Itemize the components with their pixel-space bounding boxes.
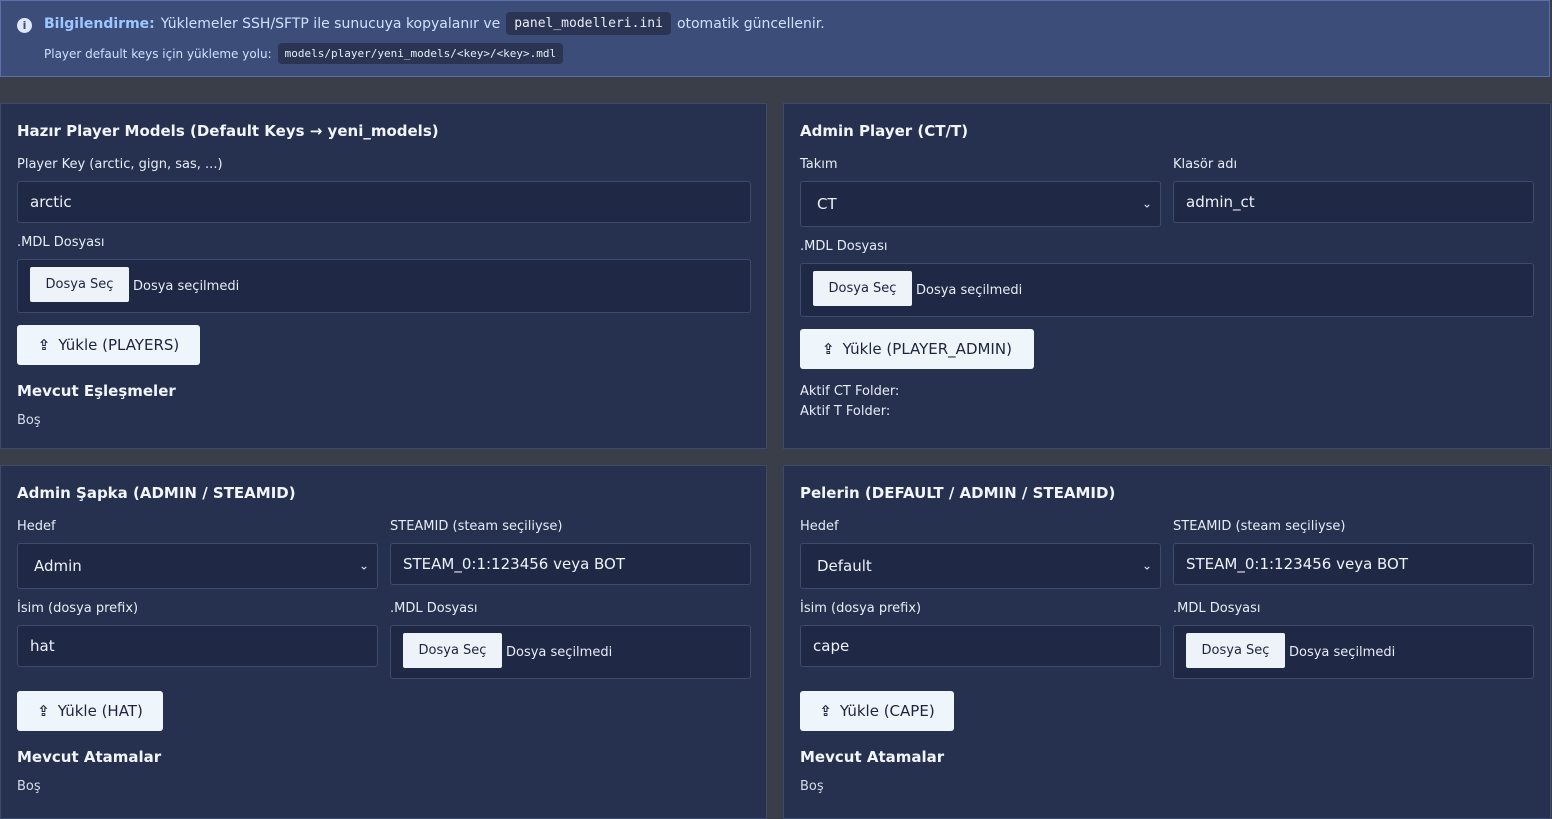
info-line-2: Player default keys için yükleme yolu: m… xyxy=(44,43,564,64)
name-label: İsim (dosya prefix) xyxy=(17,601,139,616)
player-key-input[interactable]: arctic xyxy=(17,181,751,223)
upload-players-button[interactable]: ⇪ Yükle (PLAYERS) xyxy=(17,325,200,365)
card-title: Hazır Player Models (Default Keys → yeni… xyxy=(17,122,439,140)
info-code-path: models/player/yeni_models/<key>/<key>.md… xyxy=(277,43,564,64)
mdl-file-input[interactable]: Dosya Seç Dosya seçilmedi xyxy=(1173,625,1534,679)
target-label: Hedef xyxy=(17,519,56,534)
upload-hat-button[interactable]: ⇪ Yükle (HAT) xyxy=(17,691,163,731)
info-title: Bilgilendirme: xyxy=(44,15,155,32)
mappings-empty: Boş xyxy=(17,413,41,428)
chevron-down-icon: ⌄ xyxy=(358,558,369,573)
active-t-folder: Aktif T Folder: xyxy=(800,404,891,419)
mdl-file-input[interactable]: Dosya Seç Dosya seçilmedi xyxy=(800,263,1534,317)
assignments-empty: Boş xyxy=(800,779,824,794)
name-label: İsim (dosya prefix) xyxy=(800,601,922,616)
name-input[interactable]: hat xyxy=(17,625,378,667)
upload-icon: ⇪ xyxy=(37,702,50,720)
target-select[interactable]: Default ⌄ xyxy=(800,543,1161,589)
info-icon: i xyxy=(17,18,32,33)
name-input[interactable]: cape xyxy=(800,625,1161,667)
card-title: Admin Şapka (ADMIN / STEAMID) xyxy=(17,484,296,502)
choose-file-button[interactable]: Dosya Seç xyxy=(30,267,129,302)
upload-icon: ⇪ xyxy=(37,336,51,354)
assignments-title: Mevcut Atamalar xyxy=(800,748,945,766)
team-select[interactable]: CT ⌄ xyxy=(800,181,1161,227)
target-label: Hedef xyxy=(800,519,839,534)
steamid-placeholder: STEAM_0:1:123456 veya BOT xyxy=(1186,555,1409,573)
cape-card: Pelerin (DEFAULT / ADMIN / STEAMID) Hede… xyxy=(783,465,1551,819)
mdl-file-input[interactable]: Dosya Seç Dosya seçilmedi xyxy=(17,259,751,313)
folder-input[interactable]: admin_ct xyxy=(1173,181,1534,223)
info-code-ini: panel_modelleri.ini xyxy=(506,12,671,35)
steamid-input[interactable]: STEAM_0:1:123456 veya BOT xyxy=(390,543,751,585)
file-status: Dosya seçilmedi xyxy=(506,644,613,660)
team-value: CT xyxy=(817,195,837,213)
player-key-value: arctic xyxy=(30,193,72,211)
steamid-label: STEAMID (steam seçiliyse) xyxy=(1173,519,1346,534)
file-status: Dosya seçilmedi xyxy=(916,282,1023,298)
upload-label: Yükle (HAT) xyxy=(57,702,143,720)
mdl-file-input[interactable]: Dosya Seç Dosya seçilmedi xyxy=(390,625,751,679)
mappings-title: Mevcut Eşleşmeler xyxy=(17,382,176,400)
upload-label: Yükle (PLAYER_ADMIN) xyxy=(842,340,1012,358)
upload-label: Yükle (CAPE) xyxy=(839,702,935,720)
players-card: Hazır Player Models (Default Keys → yeni… xyxy=(0,103,767,449)
steamid-input[interactable]: STEAM_0:1:123456 veya BOT xyxy=(1173,543,1534,585)
folder-label: Klasör adı xyxy=(1173,157,1238,172)
file-status: Dosya seçilmedi xyxy=(1289,644,1396,660)
mdl-label: .MDL Dosyası xyxy=(390,601,478,616)
card-title: Admin Player (CT/T) xyxy=(800,122,969,140)
upload-icon: ⇪ xyxy=(819,702,832,720)
target-value: Admin xyxy=(34,557,82,575)
admin-hat-card: Admin Şapka (ADMIN / STEAMID) Hedef Admi… xyxy=(0,465,767,819)
target-value: Default xyxy=(817,557,872,575)
file-status: Dosya seçilmedi xyxy=(133,278,240,294)
info-line-1: Bilgilendirme: Yüklemeler SSH/SFTP ile s… xyxy=(44,12,825,35)
name-value: cape xyxy=(813,637,850,655)
info-path-label: Player default keys için yükleme yolu: xyxy=(44,46,272,61)
chevron-down-icon: ⌄ xyxy=(1141,558,1152,573)
upload-cape-button[interactable]: ⇪ Yükle (CAPE) xyxy=(800,691,954,731)
upload-icon: ⇪ xyxy=(822,340,835,358)
info-banner: i Bilgilendirme: Yüklemeler SSH/SFTP ile… xyxy=(0,0,1550,77)
choose-file-button[interactable]: Dosya Seç xyxy=(403,633,502,668)
choose-file-button[interactable]: Dosya Seç xyxy=(813,271,912,306)
assignments-title: Mevcut Atamalar xyxy=(17,748,162,766)
chevron-down-icon: ⌄ xyxy=(1141,196,1152,211)
mdl-label: .MDL Dosyası xyxy=(800,239,888,254)
team-label: Takım xyxy=(800,157,838,172)
mdl-label: .MDL Dosyası xyxy=(1173,601,1261,616)
folder-value: admin_ct xyxy=(1186,193,1255,211)
info-text: Yüklemeler SSH/SFTP ile sunucuya kopyala… xyxy=(160,15,501,32)
admin-player-card: Admin Player (CT/T) Takım CT ⌄ Klasör ad… xyxy=(783,103,1551,449)
steamid-label: STEAMID (steam seçiliyse) xyxy=(390,519,563,534)
mdl-label: .MDL Dosyası xyxy=(17,235,105,250)
assignments-empty: Boş xyxy=(17,779,41,794)
info-suffix: otomatik güncellenir. xyxy=(676,15,825,32)
upload-label: Yükle (PLAYERS) xyxy=(58,336,180,354)
card-title: Pelerin (DEFAULT / ADMIN / STEAMID) xyxy=(800,484,1116,502)
upload-player-admin-button[interactable]: ⇪ Yükle (PLAYER_ADMIN) xyxy=(800,329,1034,369)
target-select[interactable]: Admin ⌄ xyxy=(17,543,378,589)
player-key-label: Player Key (arctic, gign, sas, ...) xyxy=(17,157,223,172)
steamid-placeholder: STEAM_0:1:123456 veya BOT xyxy=(403,555,626,573)
active-ct-folder: Aktif CT Folder: xyxy=(800,384,900,399)
name-value: hat xyxy=(30,637,55,655)
choose-file-button[interactable]: Dosya Seç xyxy=(1186,633,1285,668)
